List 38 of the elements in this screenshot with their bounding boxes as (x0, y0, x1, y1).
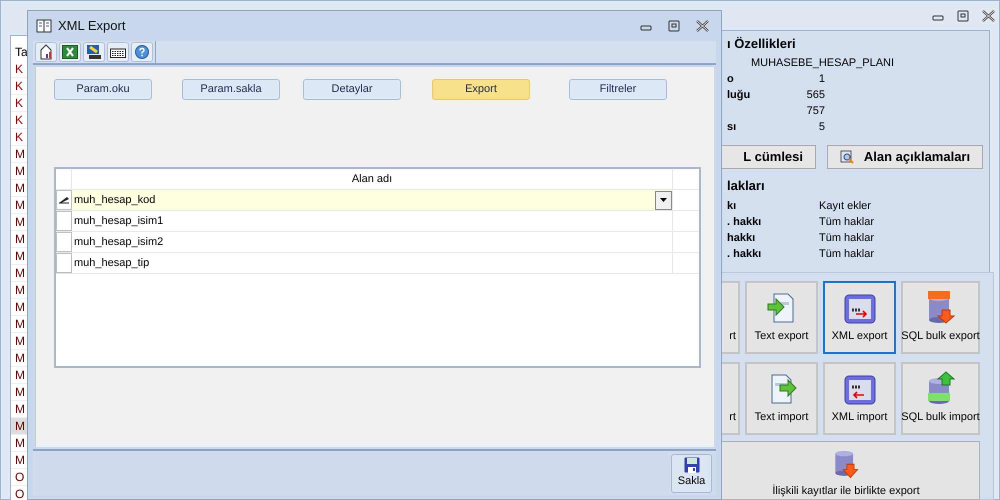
toolbar-button[interactable]: Detaylar (303, 79, 401, 100)
column-header: Alan adı (72, 169, 673, 189)
action-button[interactable]: Alan açıklamaları (827, 145, 983, 169)
property-value: 1 (818, 73, 825, 85)
permission-label: . hakkı (727, 248, 762, 260)
save-button[interactable]: Sakla (671, 454, 712, 492)
property-value: 757 (806, 105, 825, 117)
toolbar-button[interactable]: Param.oku (54, 79, 152, 100)
property-value: 5 (818, 121, 825, 133)
export-tile[interactable]: XML import (823, 362, 896, 435)
export-tile[interactable]: XML export (823, 281, 896, 354)
property-value: MUHASEBE_HESAP_PLANI (750, 56, 894, 71)
permission-label: hakkı (727, 232, 756, 244)
toolbar-button[interactable]: Param.sakla (182, 79, 280, 100)
window-title: XML Export (58, 17, 126, 36)
permission-value: Kayıt ekler (819, 199, 871, 214)
property-label: luğu (727, 89, 750, 101)
export-tile[interactable]: SQL bulk export (901, 281, 980, 354)
permission-label: . hakkı (727, 216, 762, 228)
permission-value: Tüm haklar (819, 247, 874, 262)
export-tile[interactable]: Text import (745, 362, 818, 435)
export-tile[interactable]: Text export (745, 281, 818, 354)
toolbar-button[interactable]: Export (432, 79, 530, 100)
permission-value: Tüm haklar (819, 231, 874, 246)
table-cell[interactable]: muh_hesap_kod (72, 190, 673, 210)
permission-label: kı (727, 200, 736, 212)
permission-value: Tüm haklar (819, 215, 874, 230)
toolbar-button[interactable]: Filtreler (569, 79, 667, 100)
property-value: 565 (806, 89, 825, 101)
property-label: o (727, 73, 734, 85)
section-title: ı Özellikleri (727, 35, 797, 53)
table-cell[interactable]: muh_hesap_isim1 (72, 211, 673, 231)
table-cell[interactable]: muh_hesap_tip (72, 253, 673, 273)
table-cell[interactable]: muh_hesap_isim2 (72, 232, 673, 252)
column-header: Ta (14, 44, 29, 61)
property-label: sı (727, 121, 736, 133)
export-tile[interactable]: SQL bulk import (901, 362, 980, 435)
section-title: lakları (727, 177, 765, 195)
